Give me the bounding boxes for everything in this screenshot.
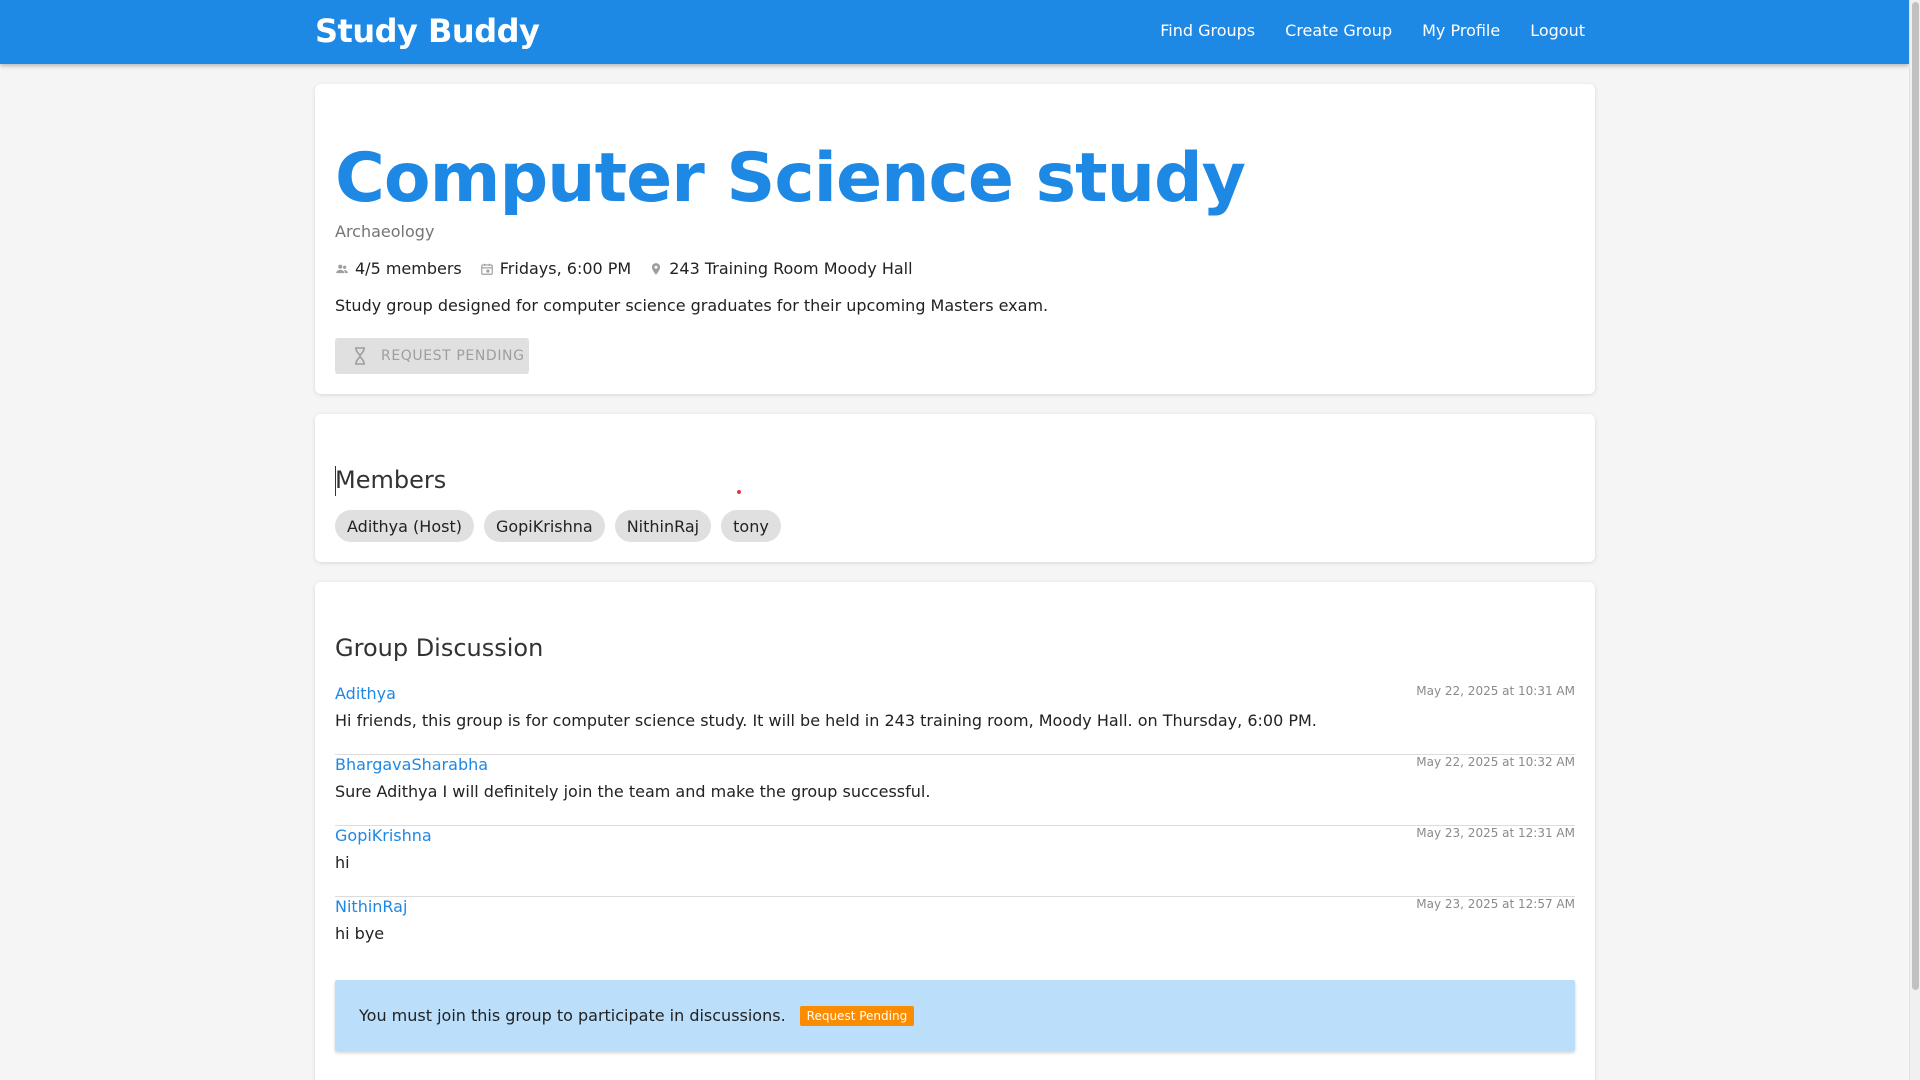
member-chip[interactable]: tony xyxy=(721,510,781,542)
members-heading: Members xyxy=(335,466,447,494)
brand-logo[interactable]: Study Buddy xyxy=(315,12,540,50)
nav-my-profile[interactable]: My Profile xyxy=(1422,21,1500,40)
calendar-icon xyxy=(480,263,493,275)
message-timestamp: May 22, 2025 at 10:31 AM xyxy=(1416,684,1575,698)
member-chip[interactable]: Adithya (Host) xyxy=(335,510,474,542)
message-text: Hi friends, this group is for computer s… xyxy=(335,711,1317,730)
discussion-heading: Group Discussion xyxy=(335,634,544,662)
hourglass-icon xyxy=(355,347,365,365)
group-meta: 4/5 members Fridays, 6:00 PM 243 Trainin… xyxy=(335,259,931,278)
message-timestamp: May 23, 2025 at 12:57 AM xyxy=(1416,897,1575,911)
message-author[interactable]: GopiKrishna xyxy=(335,826,432,845)
members-count-text: 4/5 members xyxy=(355,259,462,278)
member-chip[interactable]: NithinRaj xyxy=(614,510,712,542)
location-pin-icon xyxy=(652,262,661,275)
member-chip[interactable]: GopiKrishna xyxy=(483,510,605,542)
group-subject: Archaeology xyxy=(335,222,435,241)
discussion-card: Group Discussion Adithya May 22, 2025 at… xyxy=(315,582,1595,1080)
message-author[interactable]: BhargavaSharabha xyxy=(335,755,488,774)
cursor-dot xyxy=(737,490,741,494)
message-author[interactable]: Adithya xyxy=(335,684,396,703)
people-icon xyxy=(336,264,348,273)
location: 243 Training Room Moody Hall xyxy=(649,259,913,278)
group-title: Computer Science study xyxy=(335,139,1246,218)
message-text: Sure Adithya I will definitely join the … xyxy=(335,782,931,801)
message-text: hi xyxy=(335,853,350,872)
location-text: 243 Training Room Moody Hall xyxy=(669,259,913,278)
request-pending-button[interactable]: REQUEST PENDING xyxy=(335,338,529,374)
message-item: NithinRaj May 23, 2025 at 12:57 AM hi by… xyxy=(335,897,1575,968)
group-info-card: Computer Science study Archaeology 4/5 m… xyxy=(315,84,1595,394)
request-pending-label: REQUEST PENDING xyxy=(381,348,525,364)
message-timestamp: May 22, 2025 at 10:32 AM xyxy=(1416,755,1575,769)
message-list: Adithya May 22, 2025 at 10:31 AM Hi frie… xyxy=(335,684,1575,968)
nav-logout[interactable]: Logout xyxy=(1530,21,1585,40)
nav-find-groups[interactable]: Find Groups xyxy=(1160,21,1255,40)
message-item: GopiKrishna May 23, 2025 at 12:31 AM hi xyxy=(335,826,1575,897)
member-chips: Adithya (Host) GopiKrishna NithinRaj ton… xyxy=(335,510,781,542)
nav-links: Find Groups Create Group My Profile Logo… xyxy=(1160,21,1585,40)
join-notice: You must join this group to participate … xyxy=(335,980,1575,1051)
message-item: BhargavaSharabha May 22, 2025 at 10:32 A… xyxy=(335,755,1575,826)
navbar: Study Buddy Find Groups Create Group My … xyxy=(0,0,1909,64)
message-timestamp: May 23, 2025 at 12:31 AM xyxy=(1416,826,1575,840)
members-card: Members Adithya (Host) GopiKrishna Nithi… xyxy=(315,414,1595,562)
group-description: Study group designed for computer scienc… xyxy=(335,296,1049,315)
page-scrollbar[interactable] xyxy=(1909,0,1920,1080)
message-author[interactable]: NithinRaj xyxy=(335,897,407,916)
nav-create-group[interactable]: Create Group xyxy=(1285,21,1392,40)
message-text: hi bye xyxy=(335,924,385,943)
message-item: Adithya May 22, 2025 at 10:31 AM Hi frie… xyxy=(335,684,1575,755)
schedule: Fridays, 6:00 PM xyxy=(480,259,631,278)
schedule-text: Fridays, 6:00 PM xyxy=(499,259,632,278)
scrollbar-thumb[interactable] xyxy=(1912,2,1919,990)
request-pending-badge: Request Pending xyxy=(799,1005,915,1026)
join-notice-text: You must join this group to participate … xyxy=(359,1006,786,1025)
members-count: 4/5 members xyxy=(335,259,462,278)
